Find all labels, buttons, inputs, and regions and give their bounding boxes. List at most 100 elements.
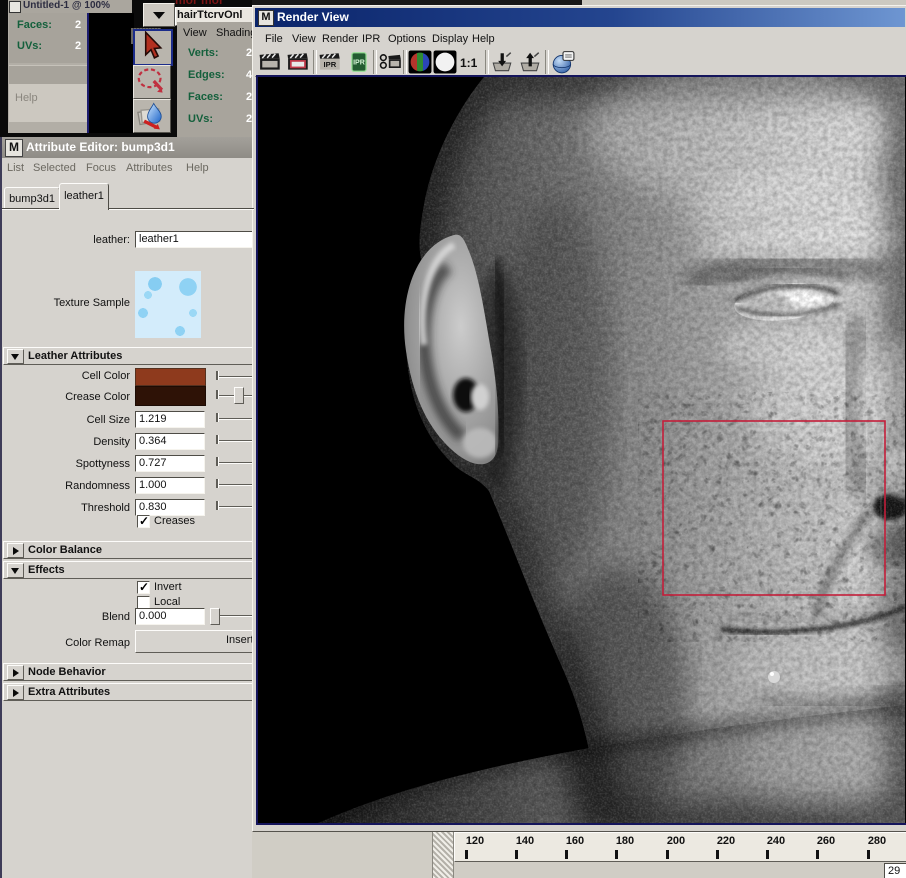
texture-sample-swatch[interactable] (135, 271, 201, 338)
section-node-behavior[interactable]: Node Behavior (3, 663, 253, 681)
render-current-frame-button[interactable] (259, 50, 283, 74)
menu-focus[interactable]: Focus (86, 162, 116, 174)
attribute-editor-titlebar[interactable]: M Attribute Editor: bump3d1 (2, 137, 254, 158)
threshold-slider[interactable] (218, 506, 252, 508)
shelf-button-row1[interactable]: mor mor (175, 0, 252, 7)
redo-previous-render-button[interactable] (287, 50, 311, 74)
timeline-drag-gutter[interactable] (432, 832, 454, 878)
ipr-render-button[interactable]: IPR (319, 50, 343, 74)
spottyness-slider[interactable] (218, 462, 252, 464)
crease-color-slider-handle[interactable] (234, 387, 244, 404)
render-image-area[interactable] (256, 75, 906, 825)
leather-name-field[interactable]: leather1 (135, 231, 253, 248)
rgb-channels-icon (408, 50, 432, 74)
crease-color-swatch[interactable] (135, 386, 206, 406)
menu-attributes[interactable]: Attributes (126, 162, 172, 174)
randomness-field[interactable]: 1.000 (135, 477, 205, 494)
randomness-slider[interactable] (218, 484, 252, 486)
density-field[interactable]: 0.364 (135, 433, 205, 450)
collapse-button[interactable] (7, 349, 24, 364)
ruler-tick-label: 140 (507, 835, 543, 847)
redo-previous-ipr-button[interactable]: IPR (347, 50, 371, 74)
window-icon (9, 1, 21, 13)
menu-ipr[interactable]: IPR (362, 33, 380, 45)
maya-icon: M (258, 10, 274, 26)
timeline-strip: 120 140 160 180 200 220 240 260 280 29 (252, 830, 906, 878)
section-leather-attributes[interactable]: Leather Attributes (3, 347, 253, 365)
attribute-editor-window: M Attribute Editor: bump3d1 List Selecte… (0, 137, 254, 878)
slider-cap (216, 390, 219, 399)
remove-image-button[interactable] (518, 50, 542, 74)
menu-options[interactable]: Options (388, 33, 426, 45)
menu-help[interactable]: Help (472, 33, 495, 45)
expand-button[interactable] (7, 665, 24, 680)
cell-color-slider[interactable] (218, 376, 252, 378)
chevron-right-icon (13, 547, 19, 555)
keep-image-button[interactable] (490, 50, 514, 74)
shelf-tab-arrow-button[interactable] (143, 3, 175, 27)
section-effects[interactable]: Effects (3, 561, 253, 579)
collapse-button[interactable] (7, 563, 24, 578)
menu-render[interactable]: Render (322, 33, 358, 45)
cell-size-field[interactable]: 1.219 (135, 411, 205, 428)
chevron-down-icon (11, 354, 19, 360)
section-title: Node Behavior (28, 666, 106, 678)
ruler-tick (615, 850, 618, 859)
density-slider[interactable] (218, 440, 252, 442)
color-remap-insert-button[interactable]: Insert (135, 630, 254, 653)
menu-view[interactable]: View (183, 27, 207, 39)
render-view-window: M Render View File View Render IPR Optio… (252, 5, 906, 832)
ruler-tick-label: 220 (708, 835, 744, 847)
show-rgb-channels-button[interactable] (408, 50, 432, 74)
render-globals-button[interactable] (551, 50, 575, 74)
time-slider-ruler[interactable]: 120 140 160 180 200 220 240 260 280 (454, 832, 906, 862)
invert-checkbox[interactable] (137, 581, 150, 594)
toolbar-separator (485, 50, 489, 74)
local-checkbox-label: Local (154, 596, 180, 608)
current-frame-field[interactable]: 29 (884, 863, 906, 878)
paint-select-tool-button[interactable] (133, 99, 171, 133)
tab-bump3d1[interactable]: bump3d1 (4, 187, 60, 210)
chevron-down-icon (153, 12, 165, 19)
tab-leather1[interactable]: leather1 (59, 183, 109, 210)
blend-slider[interactable] (218, 615, 252, 617)
help-label[interactable]: Help (15, 92, 38, 104)
spottyness-field[interactable]: 0.727 (135, 455, 205, 472)
ruler-tick (465, 850, 468, 859)
insert-button-label: Insert (226, 634, 254, 646)
menu-list[interactable]: List (7, 162, 24, 174)
mini-viewport-black (87, 13, 134, 133)
section-color-balance[interactable]: Color Balance (3, 541, 253, 559)
slider-cap (216, 435, 219, 444)
lasso-icon (134, 66, 168, 96)
show-alpha-channel-button[interactable] (433, 50, 457, 74)
menu-view[interactable]: View (292, 33, 316, 45)
cell-size-slider[interactable] (218, 418, 252, 420)
select-tool-button[interactable] (133, 29, 173, 66)
creases-checkbox[interactable] (137, 515, 150, 528)
tab-label: bump3d1 (9, 193, 55, 205)
chevron-right-icon (13, 669, 19, 677)
menu-display[interactable]: Display (432, 33, 468, 45)
svg-text:IPR: IPR (324, 60, 337, 69)
expand-button[interactable] (7, 685, 24, 700)
hud-label: UVs: (17, 40, 42, 52)
mini-window-titlebar[interactable]: Untitled-1 @ 100% (8, 0, 132, 13)
expand-button[interactable] (7, 543, 24, 558)
tab-divider (2, 208, 254, 210)
menu-help[interactable]: Help (186, 162, 209, 174)
clapperboard-redo-icon (287, 50, 311, 74)
snapshot-button[interactable] (379, 50, 403, 74)
section-extra-attributes[interactable]: Extra Attributes (3, 683, 253, 701)
real-size-button[interactable]: 1:1 (458, 50, 484, 74)
blend-field[interactable]: 0.000 (135, 608, 205, 625)
render-view-titlebar[interactable]: M Render View (255, 8, 905, 27)
hud-label: Faces: (188, 91, 223, 103)
blend-slider-handle[interactable] (210, 608, 220, 625)
lasso-tool-button[interactable] (133, 65, 171, 99)
menu-selected[interactable]: Selected (33, 162, 76, 174)
maya-desktop: Untitled-1 @ 100% Faces: 2 UVs: 2 Help m… (0, 0, 906, 878)
menu-file[interactable]: File (265, 33, 283, 45)
cell-color-swatch[interactable] (135, 368, 206, 386)
menu-shading[interactable]: Shading (216, 27, 252, 39)
